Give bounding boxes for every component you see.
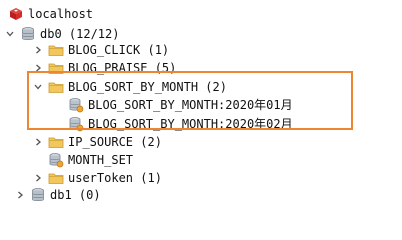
key-database-icon <box>68 116 84 132</box>
key-database-icon <box>68 97 84 113</box>
tree-node-localhost[interactable]: localhost <box>8 4 93 24</box>
folder-icon <box>48 42 64 58</box>
chevron-down-icon[interactable] <box>4 27 16 41</box>
folder-icon <box>48 170 64 186</box>
tree-node-label: BLOG_PRAISE (5) <box>68 61 177 75</box>
chevron-down-icon[interactable] <box>32 80 44 94</box>
tree-node-label: MONTH_SET <box>68 153 134 167</box>
tree-node-label: localhost <box>28 7 94 21</box>
folder-icon <box>48 134 64 150</box>
chevron-right-icon[interactable] <box>32 61 44 75</box>
redis-server-icon <box>8 6 24 22</box>
folder-icon <box>48 79 64 95</box>
database-icon <box>30 187 46 203</box>
tree-node-month-set[interactable]: MONTH_SET <box>48 150 133 170</box>
tree-node-blog-sort-by-month[interactable]: BLOG_SORT_BY_MONTH (2) <box>32 77 227 97</box>
folder-icon <box>48 60 64 76</box>
chevron-right-icon[interactable] <box>32 135 44 149</box>
key-database-icon <box>48 152 64 168</box>
tree-node-label: BLOG_CLICK (1) <box>68 43 170 57</box>
tree-node-label: db1 (0) <box>50 188 101 202</box>
tree-node-key-2020-02[interactable]: BLOG_SORT_BY_MONTH:2020年02月 <box>68 114 293 134</box>
chevron-right-icon[interactable] <box>32 43 44 57</box>
tree-node-db1[interactable]: db1 (0) <box>14 185 101 205</box>
tree-node-label: userToken (1) <box>68 171 162 185</box>
tree-node-label: BLOG_SORT_BY_MONTH:2020年01月 <box>88 98 293 112</box>
tree-node-label: BLOG_SORT_BY_MONTH (2) <box>68 80 227 94</box>
chevron-right-icon[interactable] <box>32 171 44 185</box>
tree-node-label: IP_SOURCE (2) <box>68 135 162 149</box>
tree-node-ip-source[interactable]: IP_SOURCE (2) <box>32 132 162 152</box>
tree-node-label: BLOG_SORT_BY_MONTH:2020年02月 <box>88 117 293 131</box>
tree-node-key-2020-01[interactable]: BLOG_SORT_BY_MONTH:2020年01月 <box>68 95 293 115</box>
tree-node-blog-click[interactable]: BLOG_CLICK (1) <box>32 40 169 60</box>
chevron-right-icon[interactable] <box>14 188 26 202</box>
tree-node-blog-praise[interactable]: BLOG_PRAISE (5) <box>32 58 176 78</box>
